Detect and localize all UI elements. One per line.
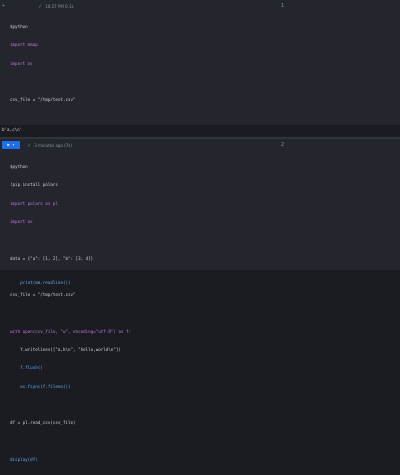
code-line: f.writelines(["a,b\n", "hello,world\n"]) [10,347,121,352]
run-cell-1-icon[interactable]: ▸ [2,3,8,9]
code-line: import mmap [10,42,38,48]
code-line: csv_file = "/tmp/test.csv" [10,97,76,103]
notebook-cell-1[interactable]: ▸ ✓ 10:27 PM 0.1s 1 $python import mmap i… [0,0,400,285]
cell-1-number: 1 [280,3,284,9]
code-line: with open(csv_file, "w", encoding="utf-8… [10,328,132,334]
run-cell-2-button[interactable]: ▶ ▾ [2,141,20,149]
code-line: import polars as pl [10,200,58,206]
code-line: import os [10,219,33,225]
code-line: display(df) [10,456,38,462]
code-line: $python [10,164,28,170]
check-icon: ✓ [27,143,32,149]
code-line: !pip install polars [10,182,58,188]
cell-2-number: 2 [280,142,284,148]
code-line: import os [10,60,33,66]
code-line: os.fsync(f.fileno()) [10,383,71,389]
code-line: $python [10,24,28,30]
play-icon: ▶ ▾ [7,142,15,147]
check-icon: ✓ [38,4,43,10]
code-line: data = {"a": [1, 2], "b": [3, 4]} [10,255,94,261]
cell-2-status: ✓ 3 minutes ago (7s) [27,143,72,149]
cell-1-status: ✓ 10:27 PM 0.1s [38,4,74,10]
cell-1-output: b'a,c\n' [0,125,400,137]
cell-1-output-text: b'a,c\n' [2,127,23,132]
notebook-cell-2[interactable]: ▶ ▾ ✓ 3 minutes ago (7s) 2 $python !pip i… [0,139,400,462]
cell-2-code[interactable]: $python !pip install polars import polar… [10,152,131,475]
code-line: df = pl.read_csv(csv_file) [10,420,76,426]
code-line: f.flush() [10,365,43,371]
code-line: csv_file = "/tmp/test.csv" [10,292,76,298]
